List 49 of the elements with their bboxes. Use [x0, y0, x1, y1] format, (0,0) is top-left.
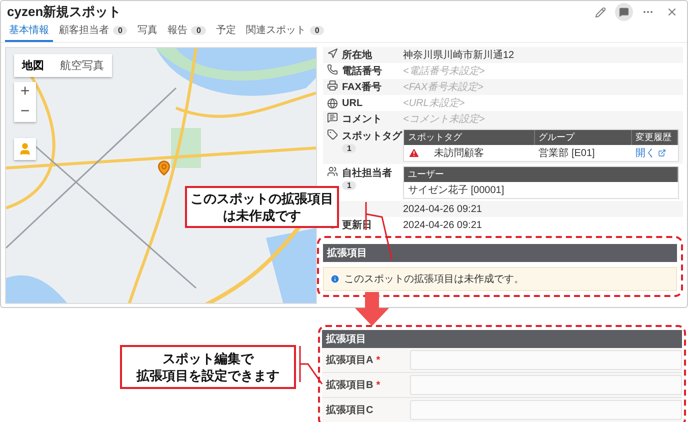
tab-label: 予定 [216, 24, 236, 37]
map-type-button[interactable]: 地図 [14, 54, 52, 77]
map-type-button[interactable]: 航空写真 [52, 54, 112, 77]
tab-label: 写真 [137, 24, 158, 37]
tab-label: 関連スポット [246, 24, 306, 37]
field-label: FAX番号 [342, 80, 382, 94]
section-header: 拡張項目 [323, 244, 677, 262]
tab[interactable]: 基本情報 [5, 21, 53, 42]
notice-text: このスポットの拡張項目は未作成です。 [344, 272, 524, 286]
field-value: 神奈川県川崎市新川通12 [403, 48, 514, 62]
tab[interactable]: 報告 0 [163, 21, 210, 42]
field-label: コメント [342, 113, 382, 126]
callout-text: スポット編集で [162, 350, 254, 367]
field-label: スポットタグ [342, 130, 402, 143]
count-badge: 0 [191, 26, 206, 34]
zoom-in-button[interactable]: + [14, 82, 36, 102]
field-value: <電話番号未設定> [403, 64, 485, 78]
field-label: 拡張項目B * [326, 378, 382, 392]
count-badge: 1 [342, 181, 356, 190]
tab-label: 顧客担当者 [59, 24, 109, 37]
field-label: 拡張項目C [326, 404, 374, 417]
field-label: 拡張項目A * [326, 354, 382, 367]
section-header: 拡張項目 [322, 330, 682, 348]
field-label: 電話番号 [342, 64, 382, 78]
tab[interactable]: 写真 [133, 21, 162, 42]
zoom-out-button[interactable]: − [14, 102, 36, 122]
field-label: 自社担当者 [342, 166, 392, 180]
tab[interactable]: 顧客担当者 0 [55, 21, 132, 42]
tab[interactable]: 関連スポット 0 [242, 21, 328, 42]
field-value: <FAX番号未設定> [403, 80, 484, 94]
table-cell-text: 営業部 [E01] [538, 146, 596, 161]
table-cell-text: サイゼン花子 [00001] [407, 184, 506, 198]
field-value: <URL未設定> [403, 96, 465, 110]
field-value: 2024-04-26 09:21 [403, 204, 482, 214]
count-badge: 0 [113, 26, 128, 34]
tab-label: 報告 [167, 24, 188, 37]
callout-text: は未作成です [223, 207, 301, 224]
field-label: 所在地 [342, 48, 372, 62]
tab[interactable]: 予定 [212, 21, 240, 42]
window-title: cyzen新規スポット [7, 3, 122, 21]
count-badge: 0 [310, 26, 324, 34]
field-value: <コメント未設定> [403, 112, 485, 126]
field-label: URL [342, 98, 363, 108]
tab-label: 基本情報 [9, 24, 49, 37]
count-badge: 1 [342, 144, 356, 153]
callout-text: 拡張項目を設定できます [136, 367, 280, 384]
open-link[interactable]: 開く [636, 146, 666, 160]
field-value: 2024-04-26 09:21 [403, 220, 482, 230]
table-cell-text: 未訪問顧客 [434, 146, 484, 160]
